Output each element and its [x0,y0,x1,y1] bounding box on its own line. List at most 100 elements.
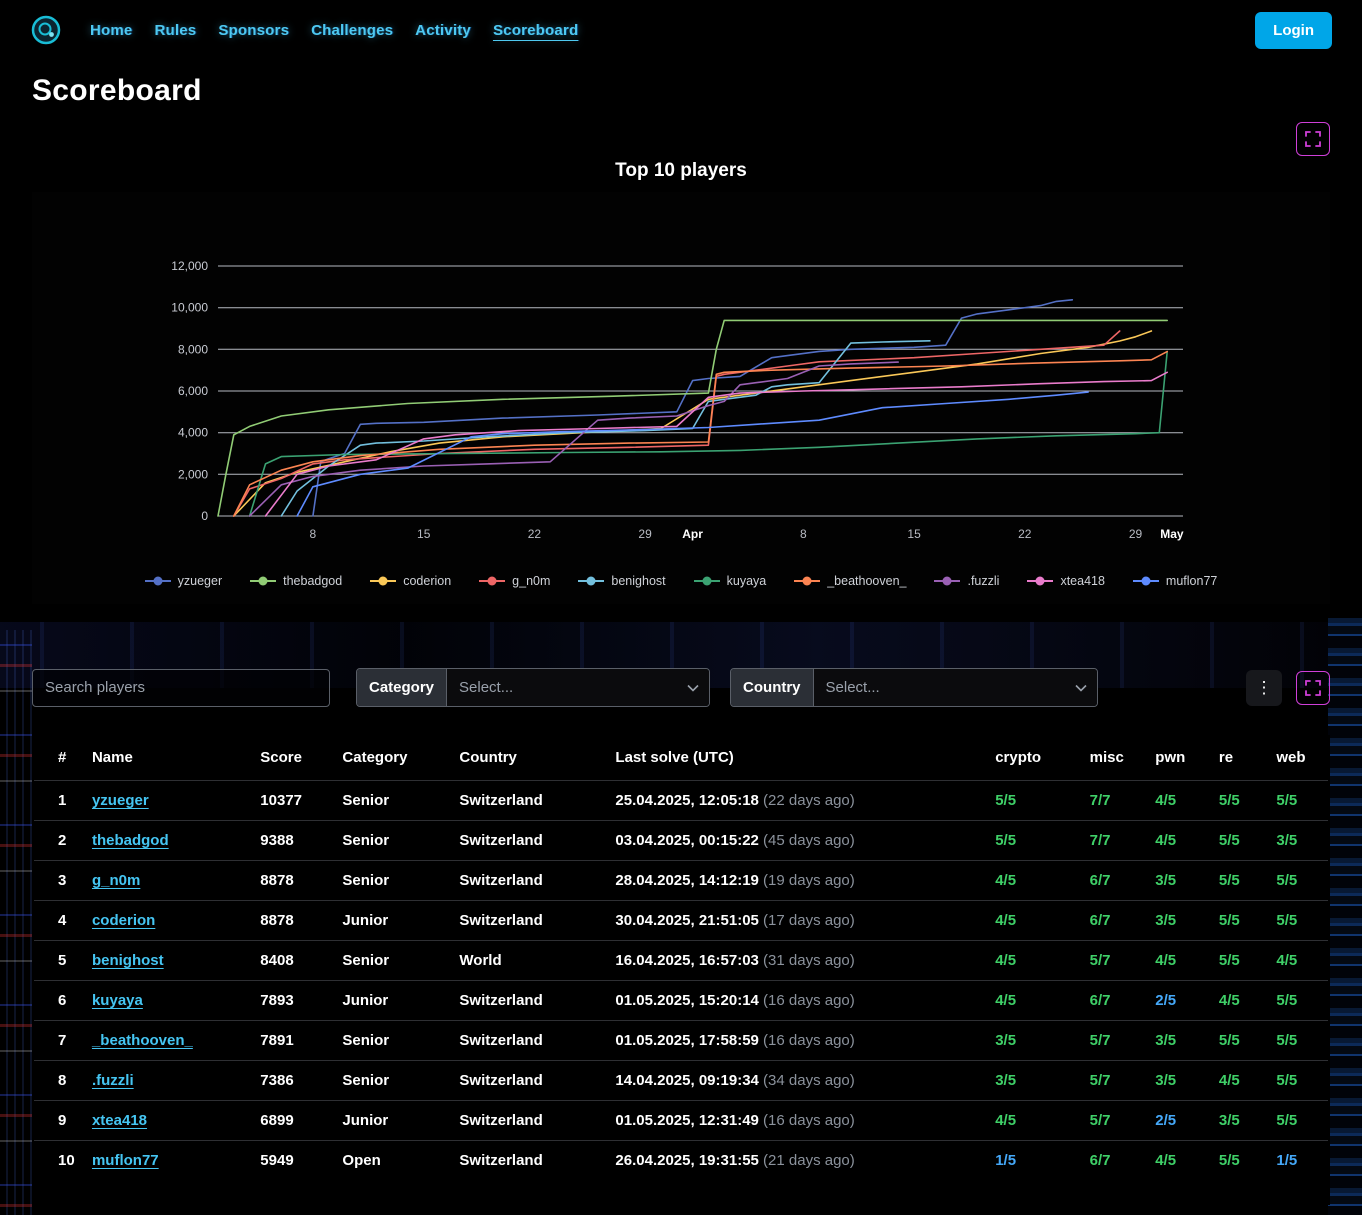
re-score-cell: 5/5 [1211,901,1268,941]
legend-series-icon [934,576,960,586]
player-link[interactable]: kuyaya [92,992,143,1009]
nav-link-rules[interactable]: Rules [154,22,196,39]
legend-item-xtea418[interactable]: xtea418 [1027,574,1104,588]
score-cell: 7891 [252,1021,334,1061]
last-solve-cell: 16.04.2025, 16:57:03 (31 days ago) [607,941,987,981]
column-header--: # [34,735,84,781]
web-score-cell: 3/5 [1268,821,1328,861]
player-link[interactable]: xtea418 [92,1112,147,1129]
column-header-crypto: crypto [987,735,1081,781]
svg-text:15: 15 [907,527,921,541]
pwn-score-cell: 4/5 [1147,781,1211,821]
score-cell: 8878 [252,901,334,941]
page-title: Scoreboard [32,74,1330,108]
country-cell: Switzerland [451,981,607,1021]
login-button[interactable]: Login [1255,12,1332,49]
web-score-cell: 5/5 [1268,901,1328,941]
name-cell: kuyaya [84,981,252,1021]
legend-item-thebadgod[interactable]: thebadgod [250,574,342,588]
last-solve-ago: (19 days ago) [763,872,855,889]
legend-item-g_n0m[interactable]: g_n0m [479,574,550,588]
legend-label: yzueger [178,574,222,588]
chart-legend: yzueger thebadgod coderion g_n0m benighost ku… [32,574,1330,588]
table-header-row: #NameScoreCategoryCountryLast solve (UTC… [34,735,1328,781]
player-link[interactable]: thebadgod [92,832,169,849]
nav-link-activity[interactable]: Activity [415,22,471,39]
country-select[interactable]: Select... [814,669,1097,706]
crypto-score-cell: 4/5 [987,901,1081,941]
last-solve-ago: (21 days ago) [763,1152,855,1169]
column-header-pwn: pwn [1147,735,1211,781]
legend-label: thebadgod [283,574,342,588]
player-link[interactable]: benighost [92,952,164,969]
name-cell: _beathooven_ [84,1021,252,1061]
nav-link-home[interactable]: Home [90,22,132,39]
player-link[interactable]: yzueger [92,792,149,809]
svg-text:Apr: Apr [682,527,703,541]
pwn-score-cell: 2/5 [1147,1101,1211,1141]
table-row: 2thebadgod9388SeniorSwitzerland03.04.202… [34,821,1328,861]
last-solve-time: 30.04.2025, 21:51:05 [615,912,763,929]
chevron-down-icon [687,684,699,692]
legend-item-muflon77[interactable]: muflon77 [1133,574,1217,588]
misc-score-cell: 5/7 [1082,941,1148,981]
misc-score-cell: 5/7 [1082,1101,1148,1141]
legend-item-.fuzzli[interactable]: .fuzzli [934,574,999,588]
score-cell: 7386 [252,1061,334,1101]
nav-link-challenges[interactable]: Challenges [311,22,393,39]
player-link[interactable]: g_n0m [92,872,140,889]
crypto-score-cell: 4/5 [987,981,1081,1021]
country-cell: Switzerland [451,821,607,861]
country-filter: Country Select... [730,668,1098,707]
pwn-score-cell: 3/5 [1147,901,1211,941]
re-score-cell: 5/5 [1211,861,1268,901]
last-solve-ago: (17 days ago) [763,912,855,929]
country-cell: Switzerland [451,781,607,821]
player-link[interactable]: _beathooven_ [92,1032,193,1049]
nav-link-sponsors[interactable]: Sponsors [218,22,289,39]
column-header-category: Category [334,735,451,781]
legend-item-benighost[interactable]: benighost [578,574,665,588]
last-solve-ago: (34 days ago) [763,1072,855,1089]
last-solve-time: 16.04.2025, 16:57:03 [615,952,763,969]
player-link[interactable]: coderion [92,912,155,929]
last-solve-cell: 26.04.2025, 19:31:55 (21 days ago) [607,1141,987,1181]
legend-label: coderion [403,574,451,588]
crypto-score-cell: 4/5 [987,1101,1081,1141]
pwn-score-cell: 4/5 [1147,821,1211,861]
legend-series-icon [250,576,276,586]
misc-score-cell: 6/7 [1082,901,1148,941]
site-logo-icon[interactable] [30,14,62,46]
re-score-cell: 3/5 [1211,1101,1268,1141]
legend-item-kuyaya[interactable]: kuyaya [694,574,767,588]
last-solve-time: 01.05.2025, 12:31:49 [615,1112,763,1129]
misc-score-cell: 6/7 [1082,861,1148,901]
category-select[interactable]: Select... [447,669,709,706]
pwn-score-cell: 3/5 [1147,861,1211,901]
rank-cell: 3 [34,861,84,901]
last-solve-ago: (16 days ago) [763,992,855,1009]
misc-score-cell: 7/7 [1082,821,1148,861]
search-input[interactable] [32,669,330,707]
legend-item-_beathooven_[interactable]: _beathooven_ [794,574,906,588]
crypto-score-cell: 3/5 [987,1021,1081,1061]
player-link[interactable]: muflon77 [92,1152,159,1169]
name-cell: xtea418 [84,1101,252,1141]
legend-label: benighost [611,574,665,588]
legend-item-yzueger[interactable]: yzueger [145,574,222,588]
web-score-cell: 1/5 [1268,1141,1328,1181]
nav-link-scoreboard[interactable]: Scoreboard [493,22,578,39]
table-options-button[interactable]: ⋮ [1246,670,1282,706]
rank-cell: 7 [34,1021,84,1061]
player-link[interactable]: .fuzzli [92,1072,134,1089]
legend-item-coderion[interactable]: coderion [370,574,451,588]
name-cell: .fuzzli [84,1061,252,1101]
category-cell: Senior [334,821,451,861]
misc-score-cell: 5/7 [1082,1061,1148,1101]
category-select-value: Select... [459,679,513,696]
web-score-cell: 4/5 [1268,941,1328,981]
chart-fullscreen-button[interactable] [1296,122,1330,156]
rank-cell: 8 [34,1061,84,1101]
pwn-score-cell: 3/5 [1147,1061,1211,1101]
table-fullscreen-button[interactable] [1296,671,1330,705]
